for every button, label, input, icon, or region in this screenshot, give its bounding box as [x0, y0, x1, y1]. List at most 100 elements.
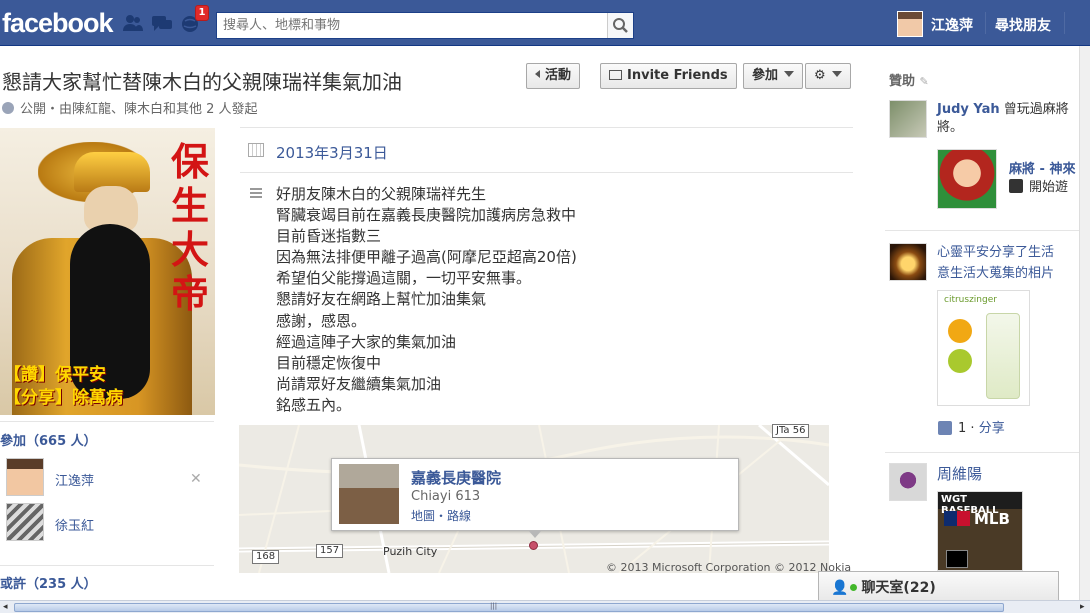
guest-name[interactable]: 徐玉紅 [55, 515, 94, 534]
place-map-links[interactable]: 地圖・路線 [411, 507, 471, 524]
invite-friends-button[interactable]: Invite Friends [600, 63, 737, 89]
description-line: 懇請好友在網路上幫忙加油集氣 [276, 290, 487, 309]
ad2-text[interactable]: 心靈平安分享了生活 [937, 245, 1054, 260]
ad2-text[interactable]: 意生活大蒐集的相片 [937, 266, 1054, 281]
ad2-social: 1 · 分享 [958, 421, 1005, 436]
poster-line-2: 【分享】除萬病 [4, 388, 123, 408]
activity-button[interactable]: 活動 [526, 63, 581, 89]
description-line: 目前穩定恢復中 [276, 353, 382, 372]
map-copyright: © 2013 Microsoft Corporation © 2012 Noki… [606, 561, 852, 574]
invite-label: Invite Friends [627, 68, 728, 83]
scroll-right-icon[interactable]: ▸ [1080, 602, 1085, 612]
divider [0, 421, 214, 422]
ad1-line-1: Judy Yah 曾玩過麻將 [937, 101, 1069, 119]
product-brand: citruszinger [944, 295, 997, 305]
mlb-logo-icon [944, 511, 970, 526]
share-link[interactable]: 分享 [979, 421, 1005, 436]
avatar[interactable] [6, 458, 44, 496]
description-line: 因為無法排便甲離子過高(阿摩尼亞超高20倍) [276, 248, 577, 267]
description-line: 經過這陣子大家的集氣加油 [276, 332, 457, 351]
going-header[interactable]: 參加（665 人） [0, 430, 97, 449]
facebook-logo[interactable]: facebook [2, 8, 114, 39]
join-label: 參加 [752, 68, 779, 83]
ad3-user-name[interactable]: 周維陽 [937, 465, 982, 483]
thumbs-up-icon[interactable] [938, 421, 952, 435]
ad1-game-link[interactable]: 麻將 - 神來 [1009, 161, 1075, 179]
close-icon[interactable]: ✕ [190, 471, 202, 487]
settings-dropdown-button[interactable]: ⚙ [805, 63, 851, 89]
search-box [216, 12, 634, 39]
product-image[interactable]: citruszinger [937, 290, 1030, 406]
event-date[interactable]: 2013年3月31日 [276, 142, 388, 163]
maybe-header[interactable]: 或許（235 人） [0, 573, 97, 592]
event-meta-text: 公開・由陳紅龍、陳木白和其他 2 人發起 [20, 102, 258, 117]
ad1-action-label: 開始遊 [1029, 180, 1069, 195]
top-divider [985, 12, 986, 34]
profile-link[interactable]: 江逸萍 [931, 15, 973, 35]
ad1-action[interactable]: 開始遊 [1009, 179, 1068, 197]
user-avatar[interactable] [897, 11, 923, 37]
vertical-scrollbar[interactable] [1079, 46, 1090, 600]
poster-line-1: 【讚】保平安 [4, 365, 106, 385]
poster-vertical-text: 保生大帝 [170, 139, 209, 316]
avatar[interactable] [889, 463, 927, 501]
divider [240, 172, 853, 173]
game-icon [1009, 179, 1023, 193]
scrollbar-thumb[interactable] [14, 603, 1004, 612]
online-dot-icon [850, 584, 858, 591]
description-line: 尚請眾好友繼續集氣加油 [276, 374, 442, 393]
messages-icon[interactable] [151, 14, 173, 32]
activity-label: 活動 [545, 68, 572, 83]
horizontal-scrollbar[interactable]: ◂ ||| ▸ [0, 600, 1090, 613]
scroll-left-icon[interactable]: ◂ [3, 602, 8, 612]
play-icon[interactable] [946, 550, 968, 568]
sponsored-label: 贊助 [889, 74, 916, 89]
ad1-user-link[interactable]: Judy Yah [937, 102, 1000, 117]
ad2-line-2: 意生活大蒐集的相片 [937, 265, 1054, 283]
divider [885, 452, 1080, 453]
description-line: 希望伯父能撐過這關，一切平安無事。 [276, 269, 532, 288]
place-name-link[interactable]: 嘉義長庚醫院 [411, 467, 501, 488]
ad3-mlb: MLB [974, 510, 1010, 528]
ad1-text: 曾玩過麻將 [1003, 102, 1069, 117]
search-button[interactable] [607, 13, 633, 38]
product-bottle [986, 313, 1020, 399]
description-line: 腎臟衰竭目前在嘉義長庚醫院加護病房急救中 [276, 206, 577, 225]
ad1-game-name[interactable]: 麻將 - 神來 [1009, 162, 1075, 177]
map-town-label: Puzih City [383, 545, 438, 558]
find-friends-link[interactable]: 尋找朋友 [995, 15, 1051, 35]
guest-name[interactable]: 江逸萍 [55, 470, 94, 489]
avatar[interactable] [889, 100, 927, 138]
page-root: facebook 1 江逸萍 尋找朋友 懇請大家幫忙替陳木白的父親陳瑞祥 [0, 0, 1090, 613]
notification-badge: 1 [195, 5, 209, 21]
search-icon [613, 18, 628, 33]
chat-bar[interactable]: 👤 聊天室(22) [818, 571, 1059, 601]
game-thumbnail[interactable] [937, 149, 997, 209]
ad2-line-1: 心靈平安分享了生活 [937, 244, 1054, 262]
event-description: 好朋友陳木白的父親陳瑞祥先生 腎臟衰竭目前在嘉義長庚醫院加護病房急救中 目前昏迷… [276, 184, 577, 416]
road-shield: 157 [316, 544, 344, 558]
event-meta: 公開・由陳紅龍、陳木白和其他 2 人發起 [2, 98, 258, 117]
description-line: 銘感五內。 [276, 395, 352, 414]
product-fruit [948, 319, 972, 343]
avatar[interactable] [889, 243, 927, 281]
map-place-popup: 嘉義長庚醫院 Chiayi 613 地圖・路線 [331, 458, 739, 531]
ad1-line-2: 將。 [937, 120, 964, 135]
avatar[interactable] [6, 503, 44, 541]
friend-requests-icon[interactable] [122, 14, 144, 32]
game-thumbnail[interactable]: WGT BASEBALL MLB [937, 491, 1023, 571]
top-bar: facebook 1 江逸萍 尋找朋友 [0, 0, 1090, 46]
gear-icon: ⚙ [814, 68, 826, 83]
road-shield: 168 [252, 550, 280, 564]
place-city: Chiayi 613 [411, 489, 481, 504]
place-thumbnail[interactable] [339, 464, 399, 524]
pencil-icon[interactable]: ✎ [920, 75, 929, 88]
map-pin-icon[interactable] [529, 541, 538, 550]
ad3-user-link[interactable]: 周維陽 [937, 465, 982, 483]
join-dropdown-button[interactable]: 參加 [743, 63, 804, 89]
chevron-down-icon [784, 71, 795, 77]
event-cover-photo[interactable]: 保生大帝 【讚】保平安 【分享】除萬病 [0, 128, 215, 415]
search-input[interactable] [217, 13, 607, 38]
description-line: 感謝，感恩。 [276, 311, 367, 330]
envelope-icon [609, 70, 622, 80]
